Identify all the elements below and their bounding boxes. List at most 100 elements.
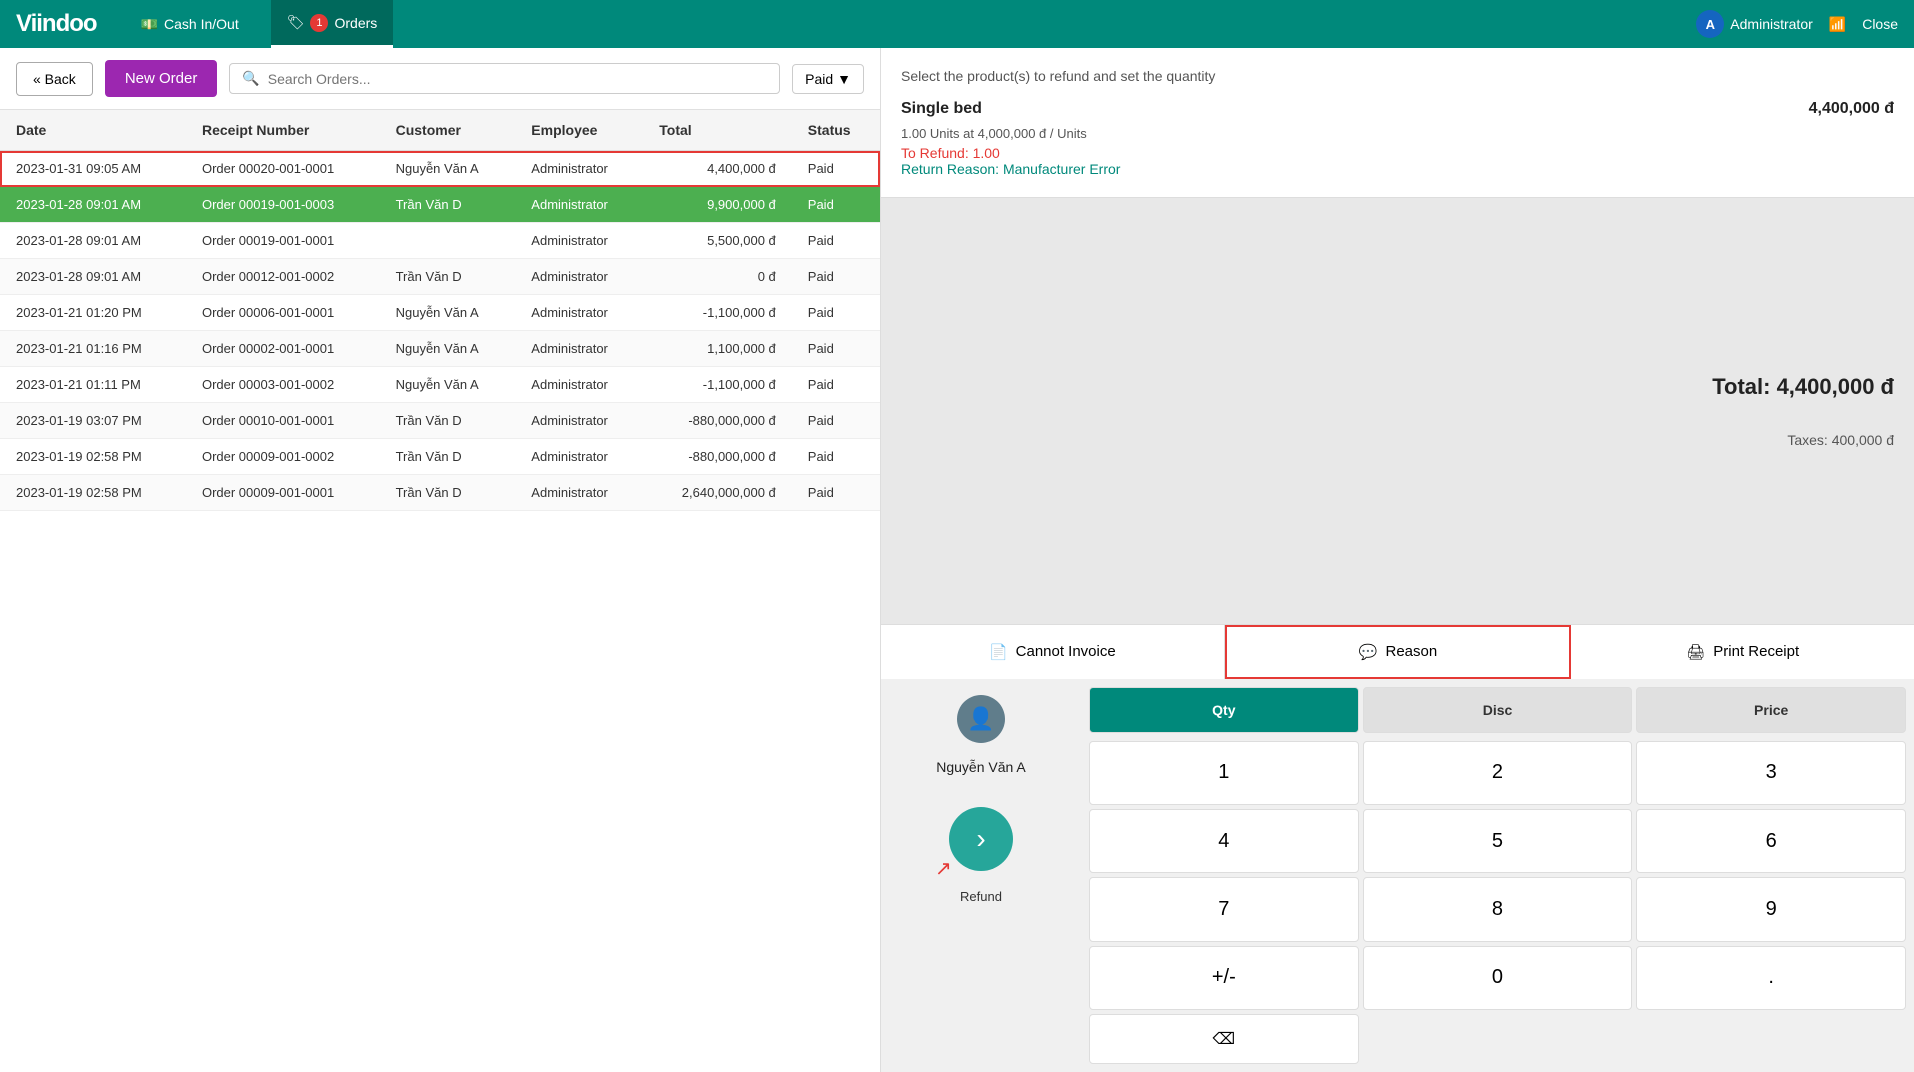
cell-customer: Trần Văn D bbox=[380, 439, 516, 475]
refund-subtitle: Select the product(s) to refund and set … bbox=[901, 68, 1894, 84]
total-area: Total: 4,400,000 đ Taxes: 400,000 đ bbox=[881, 198, 1914, 624]
num-button-4[interactable]: 4 bbox=[1089, 809, 1359, 873]
refund-label: Refund bbox=[960, 889, 1002, 904]
app-logo: Viindoo bbox=[16, 10, 97, 38]
orders-icon: 🏷 bbox=[287, 14, 305, 31]
cell-date: 2023-01-21 01:16 PM bbox=[0, 331, 186, 367]
cell-date: 2023-01-28 09:01 AM bbox=[0, 187, 186, 223]
cell-status: Paid bbox=[792, 475, 880, 511]
cell-total: 1,100,000 đ bbox=[643, 331, 792, 367]
col-receipt: Receipt Number bbox=[186, 110, 380, 151]
cell-total: 4,400,000 đ bbox=[643, 151, 792, 187]
close-button[interactable]: Close bbox=[1862, 16, 1898, 32]
num-button-.[interactable]: . bbox=[1636, 946, 1906, 1010]
cell-total: 0 đ bbox=[643, 259, 792, 295]
admin-label: Administrator bbox=[1730, 16, 1812, 32]
table-row[interactable]: 2023-01-21 01:16 PM Order 00002-001-0001… bbox=[0, 331, 880, 367]
col-customer: Customer bbox=[380, 110, 516, 151]
toolbar: « Back New Order 🔍 Paid ▼ bbox=[0, 48, 880, 110]
cell-date: 2023-01-28 09:01 AM bbox=[0, 259, 186, 295]
cell-employee: Administrator bbox=[515, 187, 643, 223]
table-row[interactable]: 2023-01-19 02:58 PM Order 00009-001-0001… bbox=[0, 475, 880, 511]
refund-info: Select the product(s) to refund and set … bbox=[881, 48, 1914, 198]
num-button-9[interactable]: 9 bbox=[1636, 877, 1906, 941]
table-header-row: Date Receipt Number Customer Employee To… bbox=[0, 110, 880, 151]
cell-total: -880,000,000 đ bbox=[643, 403, 792, 439]
cell-date: 2023-01-21 01:20 PM bbox=[0, 295, 186, 331]
mode-buttons: Qty Disc Price bbox=[1089, 687, 1906, 733]
table-row[interactable]: 2023-01-31 09:05 AM Order 00020-001-0001… bbox=[0, 151, 880, 187]
top-navigation: Viindoo 💵 Cash In/Out 🏷 1 Orders A Admin… bbox=[0, 0, 1914, 48]
table-row[interactable]: 2023-01-21 01:11 PM Order 00003-001-0002… bbox=[0, 367, 880, 403]
cell-receipt: Order 00002-001-0001 bbox=[186, 331, 380, 367]
avatar: A bbox=[1696, 10, 1724, 38]
cell-status: Paid bbox=[792, 295, 880, 331]
num-button-7[interactable]: 7 bbox=[1089, 877, 1359, 941]
table-row[interactable]: 2023-01-21 01:20 PM Order 00006-001-0001… bbox=[0, 295, 880, 331]
cell-total: 5,500,000 đ bbox=[643, 223, 792, 259]
cell-status: Paid bbox=[792, 331, 880, 367]
reason-icon: 💬 bbox=[1359, 643, 1378, 661]
print-receipt-button[interactable]: 🖨 Print Receipt bbox=[1571, 625, 1914, 679]
table-row[interactable]: 2023-01-19 03:07 PM Order 00010-001-0001… bbox=[0, 403, 880, 439]
disc-mode-button[interactable]: Disc bbox=[1363, 687, 1633, 733]
num-button-6[interactable]: 6 bbox=[1636, 809, 1906, 873]
total-line: Total: 4,400,000 đ bbox=[1712, 374, 1894, 400]
cell-employee: Administrator bbox=[515, 295, 643, 331]
table-row[interactable]: 2023-01-28 09:01 AM Order 00019-001-0001… bbox=[0, 223, 880, 259]
chevron-down-icon: ▼ bbox=[837, 71, 851, 87]
cell-receipt: Order 00010-001-0001 bbox=[186, 403, 380, 439]
refund-arrow-red-icon: ↗ bbox=[935, 856, 952, 881]
num-button-0[interactable]: 0 bbox=[1363, 946, 1633, 1010]
nav-cash[interactable]: 💵 Cash In/Out bbox=[125, 0, 255, 48]
cell-date: 2023-01-31 09:05 AM bbox=[0, 151, 186, 187]
table-row[interactable]: 2023-01-28 09:01 AM Order 00012-001-0002… bbox=[0, 259, 880, 295]
cell-receipt: Order 00020-001-0001 bbox=[186, 151, 380, 187]
search-area: 🔍 bbox=[229, 63, 780, 94]
table-row[interactable]: 2023-01-28 09:01 AM Order 00019-001-0003… bbox=[0, 187, 880, 223]
cell-total: -1,100,000 đ bbox=[643, 295, 792, 331]
to-refund: To Refund: 1.00 bbox=[901, 145, 1894, 161]
num-button-plusminus[interactable]: +/- bbox=[1089, 946, 1359, 1010]
cell-employee: Administrator bbox=[515, 223, 643, 259]
cell-receipt: Order 00019-001-0001 bbox=[186, 223, 380, 259]
invoice-icon: 📄 bbox=[989, 643, 1008, 661]
print-receipt-label: Print Receipt bbox=[1713, 643, 1799, 660]
cell-total: -880,000,000 đ bbox=[643, 439, 792, 475]
table-row[interactable]: 2023-01-19 02:58 PM Order 00009-001-0002… bbox=[0, 439, 880, 475]
nav-orders[interactable]: 🏷 1 Orders bbox=[271, 0, 394, 48]
new-order-button[interactable]: New Order bbox=[105, 60, 218, 97]
cell-status: Paid bbox=[792, 187, 880, 223]
num-button-2[interactable]: 2 bbox=[1363, 741, 1633, 805]
cannot-invoice-button[interactable]: 📄 Cannot Invoice bbox=[881, 625, 1225, 679]
back-button[interactable]: « Back bbox=[16, 62, 93, 96]
search-input[interactable] bbox=[268, 71, 767, 87]
cell-receipt: Order 00006-001-0001 bbox=[186, 295, 380, 331]
customer-name: Nguyễn Văn A bbox=[936, 759, 1026, 775]
cell-receipt: Order 00012-001-0002 bbox=[186, 259, 380, 295]
product-name: Single bed bbox=[901, 100, 982, 118]
refund-button[interactable]: › ↗ bbox=[949, 807, 1013, 871]
backspace-button[interactable]: ⌫ bbox=[1089, 1014, 1359, 1064]
num-button-3[interactable]: 3 bbox=[1636, 741, 1906, 805]
left-panel: « Back New Order 🔍 Paid ▼ Date Receipt N… bbox=[0, 48, 880, 1072]
num-button-5[interactable]: 5 bbox=[1363, 809, 1633, 873]
reason-button[interactable]: 💬 Reason bbox=[1225, 625, 1572, 679]
filter-button[interactable]: Paid ▼ bbox=[792, 64, 864, 94]
customer-column: 👤 Nguyễn Văn A › ↗ Refund bbox=[881, 679, 1081, 1072]
return-reason: Return Reason: Manufacturer Error bbox=[901, 161, 1894, 177]
search-icon: 🔍 bbox=[242, 70, 259, 87]
col-employee: Employee bbox=[515, 110, 643, 151]
price-mode-button[interactable]: Price bbox=[1636, 687, 1906, 733]
cell-status: Paid bbox=[792, 259, 880, 295]
qty-mode-button[interactable]: Qty bbox=[1089, 687, 1359, 733]
num-button-1[interactable]: 1 bbox=[1089, 741, 1359, 805]
action-buttons: 📄 Cannot Invoice 💬 Reason 🖨 Print Receip… bbox=[881, 624, 1914, 679]
print-icon: 🖨 bbox=[1686, 643, 1705, 661]
cell-date: 2023-01-19 03:07 PM bbox=[0, 403, 186, 439]
cell-customer: Nguyễn Văn A bbox=[380, 295, 516, 331]
num-button-8[interactable]: 8 bbox=[1363, 877, 1633, 941]
nav-orders-label: Orders bbox=[334, 15, 377, 31]
col-total: Total bbox=[643, 110, 792, 151]
cell-date: 2023-01-19 02:58 PM bbox=[0, 475, 186, 511]
